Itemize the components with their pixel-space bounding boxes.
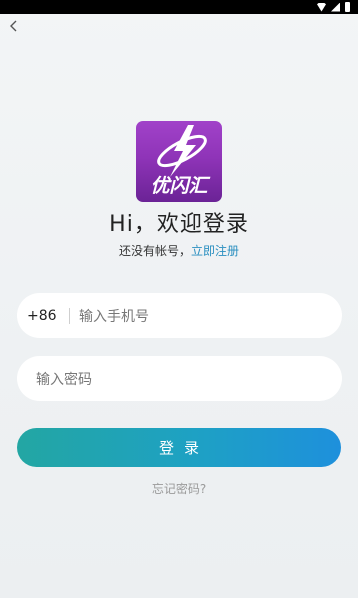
password-field[interactable]: 输入密码: [17, 356, 342, 401]
register-link[interactable]: 立即注册: [191, 244, 239, 258]
status-icons: [317, 2, 350, 12]
register-prompt-text: 还没有帐号，: [118, 244, 191, 258]
logo-text: 优闪汇: [150, 175, 208, 197]
login-button[interactable]: 登录: [17, 428, 341, 467]
back-button[interactable]: [6, 18, 22, 34]
password-input[interactable]: 输入密码: [36, 369, 276, 389]
phone-field[interactable]: +86 输入手机号: [17, 293, 342, 338]
register-prompt: 还没有帐号，立即注册: [0, 242, 358, 259]
battery-icon: [345, 2, 350, 12]
login-button-label: 登录: [158, 439, 209, 457]
forgot-password-link[interactable]: 忘记密码?: [0, 480, 358, 497]
phone-input[interactable]: 输入手机号: [79, 306, 319, 326]
wifi-icon: [317, 2, 326, 12]
country-code-selector[interactable]: +86: [27, 308, 67, 324]
page-title: Hi，欢迎登录: [109, 212, 249, 237]
field-divider: [69, 307, 70, 324]
chevron-left-icon: [10, 20, 17, 32]
status-bar: [0, 0, 358, 14]
app-logo: 优闪汇: [136, 121, 222, 202]
signal-icon: [331, 2, 340, 12]
